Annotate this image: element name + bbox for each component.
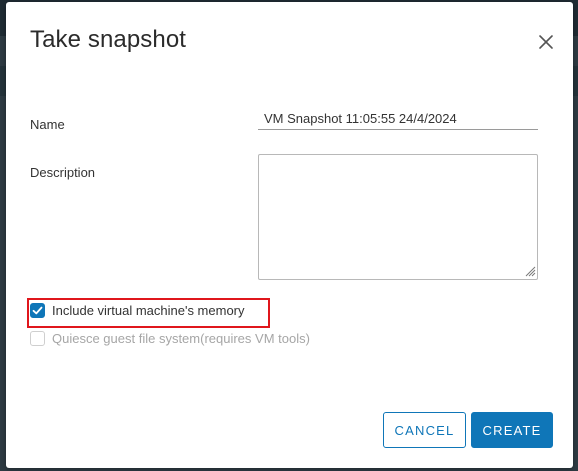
include-memory-option[interactable]: Include virtual machine's memory [30, 303, 245, 318]
close-button[interactable] [534, 30, 558, 54]
include-memory-checkbox[interactable] [30, 303, 45, 318]
resize-grip-icon[interactable] [525, 266, 536, 277]
description-label: Description [30, 165, 96, 180]
quiesce-label: Quiesce guest file system(requires VM to… [52, 331, 310, 346]
take-snapshot-dialog: Take snapshot Name Description Include v… [6, 2, 573, 468]
name-input[interactable] [258, 108, 538, 130]
checkmark-icon [32, 306, 43, 315]
include-memory-label: Include virtual machine's memory [52, 303, 245, 318]
quiesce-option: Quiesce guest file system(requires VM to… [30, 331, 310, 346]
create-button[interactable]: CREATE [471, 412, 553, 448]
cancel-button[interactable]: CANCEL [383, 412, 466, 448]
quiesce-checkbox [30, 331, 45, 346]
dialog-title: Take snapshot [30, 26, 187, 53]
description-textarea[interactable] [258, 154, 538, 280]
name-label: Name [30, 117, 65, 132]
close-icon [539, 35, 553, 49]
